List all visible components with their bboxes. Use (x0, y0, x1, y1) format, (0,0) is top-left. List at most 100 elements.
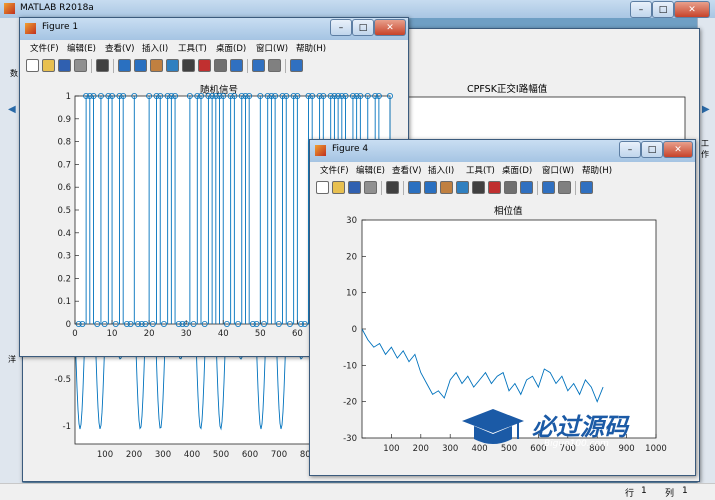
pointer-icon[interactable] (386, 181, 399, 194)
toolbar-separator (381, 181, 382, 195)
cpfsk-x-tick: 200 (126, 450, 142, 460)
show-tools-icon[interactable] (290, 59, 303, 72)
colorbar-icon[interactable] (230, 59, 243, 72)
figure1-x-tick-label: 20 (144, 329, 155, 339)
menu-tools[interactable]: 工具(T) (178, 42, 207, 54)
editor-partial-label: 洋 (8, 355, 16, 364)
figure4-maximize-button[interactable]: □ (641, 141, 663, 158)
figure4-y-tick-label: 10 (346, 289, 357, 299)
figure1-x-tick-label: 50 (255, 329, 266, 339)
zoom-in-icon[interactable] (118, 59, 131, 72)
open-folder-icon[interactable] (332, 181, 345, 194)
menu-insert[interactable]: 插入(I) (428, 164, 454, 176)
figure1-y-tick-label: 0.9 (57, 115, 71, 125)
zoom-in-icon[interactable] (408, 181, 421, 194)
menu-help[interactable]: 帮助(H) (296, 42, 326, 54)
watermark-main-text: 必过源码 (532, 413, 628, 441)
graduation-cap-icon (462, 409, 524, 449)
matlab-minimize-button[interactable]: – (630, 1, 652, 18)
menu-tools[interactable]: 工具(T) (466, 164, 495, 176)
cpfsk-y-tick: -0.5 (54, 375, 71, 385)
figure-icon (25, 23, 36, 34)
zoom-out-icon[interactable] (134, 59, 147, 72)
toolbar-separator (403, 181, 404, 195)
legend-icon[interactable] (542, 181, 555, 194)
save-icon[interactable] (348, 181, 361, 194)
cpfsk-y-tick: -1 (63, 422, 71, 432)
menu-view[interactable]: 查看(V) (105, 42, 134, 54)
current-folder-label: 数 (10, 69, 18, 78)
rotate-icon[interactable] (456, 181, 469, 194)
figure1-y-tick-label: 0.2 (57, 274, 71, 284)
show-tools-icon[interactable] (580, 181, 593, 194)
matlab-title: MATLAB R2018a (20, 3, 94, 13)
figure4-y-tick-label: -30 (343, 434, 357, 444)
menu-window[interactable]: 窗口(W) (542, 164, 574, 176)
menu-file[interactable]: 文件(F) (320, 164, 349, 176)
figure1-y-tick-label: 0.4 (57, 229, 71, 239)
back-arrow-icon[interactable]: ◀ (8, 104, 16, 115)
matlab-statusbar: 行 1 列 1 (0, 483, 715, 500)
matlab-maximize-button[interactable]: □ (652, 1, 674, 18)
cpfsk-x-tick: 600 (242, 450, 258, 460)
colorbar-icon[interactable] (520, 181, 533, 194)
brush-icon[interactable] (198, 59, 211, 72)
figure4-x-tick-label: 100 (383, 444, 399, 454)
toolbar-separator (285, 59, 286, 73)
new-file-icon[interactable] (316, 181, 329, 194)
figure4-titlebar: Figure 4 – □ ✕ (310, 140, 695, 162)
figure4-y-tick-label: 0 (352, 325, 357, 335)
zoom-out-icon[interactable] (424, 181, 437, 194)
right-arrow-icon[interactable]: ▶ (702, 104, 710, 115)
pan-hand-icon[interactable] (440, 181, 453, 194)
figure1-titlebar: Figure 1 – □ ✕ (20, 18, 408, 40)
menu-window[interactable]: 窗口(W) (256, 42, 288, 54)
figure1-x-tick-label: 40 (218, 329, 229, 339)
hide-tools-icon[interactable] (268, 59, 281, 72)
figure1-y-tick-label: 0.5 (57, 206, 71, 216)
data-cursor-icon[interactable] (472, 181, 485, 194)
matlab-titlebar: MATLAB R2018a – □ ✕ (0, 0, 715, 18)
figure1-maximize-button[interactable]: □ (352, 19, 374, 36)
figure4-close-button[interactable]: ✕ (663, 141, 693, 158)
pan-hand-icon[interactable] (150, 59, 163, 72)
figure1-y-tick-label: 1 (66, 92, 71, 102)
legend-icon[interactable] (252, 59, 265, 72)
link-icon[interactable] (504, 181, 517, 194)
figure1-x-tick-label: 0 (72, 329, 77, 339)
cpfsk-x-tick: 500 (213, 450, 229, 460)
hide-tools-icon[interactable] (558, 181, 571, 194)
menu-desktop[interactable]: 桌面(D) (216, 42, 246, 54)
figure4-toolbar (310, 178, 695, 199)
figure1-y-tick-label: 0.8 (57, 138, 71, 148)
data-cursor-icon[interactable] (182, 59, 195, 72)
menu-edit[interactable]: 编辑(E) (356, 164, 385, 176)
col-label: 列 (665, 489, 675, 499)
open-folder-icon[interactable] (42, 59, 55, 72)
brush-icon[interactable] (488, 181, 501, 194)
figure4-y-tick-label: 20 (346, 252, 357, 262)
figure4-menubar: 文件(F) 编辑(E) 查看(V) 插入(I) 工具(T) 桌面(D) 窗口(W… (310, 162, 695, 179)
menu-help[interactable]: 帮助(H) (582, 164, 612, 176)
menu-edit[interactable]: 编辑(E) (67, 42, 96, 54)
pointer-icon[interactable] (96, 59, 109, 72)
toolbar-separator (537, 181, 538, 195)
matlab-logo-icon (4, 3, 15, 14)
figure1-close-button[interactable]: ✕ (374, 19, 406, 36)
menu-file[interactable]: 文件(F) (30, 42, 59, 54)
menu-view[interactable]: 查看(V) (392, 164, 421, 176)
figure4-minimize-button[interactable]: – (619, 141, 641, 158)
figure1-minimize-button[interactable]: – (330, 19, 352, 36)
rotate-icon[interactable] (166, 59, 179, 72)
figure1-title: Figure 1 (42, 22, 79, 32)
watermark-sub-text: Biguo100.com (544, 439, 609, 449)
link-icon[interactable] (214, 59, 227, 72)
new-file-icon[interactable] (26, 59, 39, 72)
print-icon[interactable] (74, 59, 87, 72)
save-icon[interactable] (58, 59, 71, 72)
figure4-y-tick-label: -10 (343, 361, 357, 371)
print-icon[interactable] (364, 181, 377, 194)
menu-insert[interactable]: 插入(I) (142, 42, 168, 54)
matlab-close-button[interactable]: ✕ (674, 1, 710, 18)
menu-desktop[interactable]: 桌面(D) (502, 164, 532, 176)
